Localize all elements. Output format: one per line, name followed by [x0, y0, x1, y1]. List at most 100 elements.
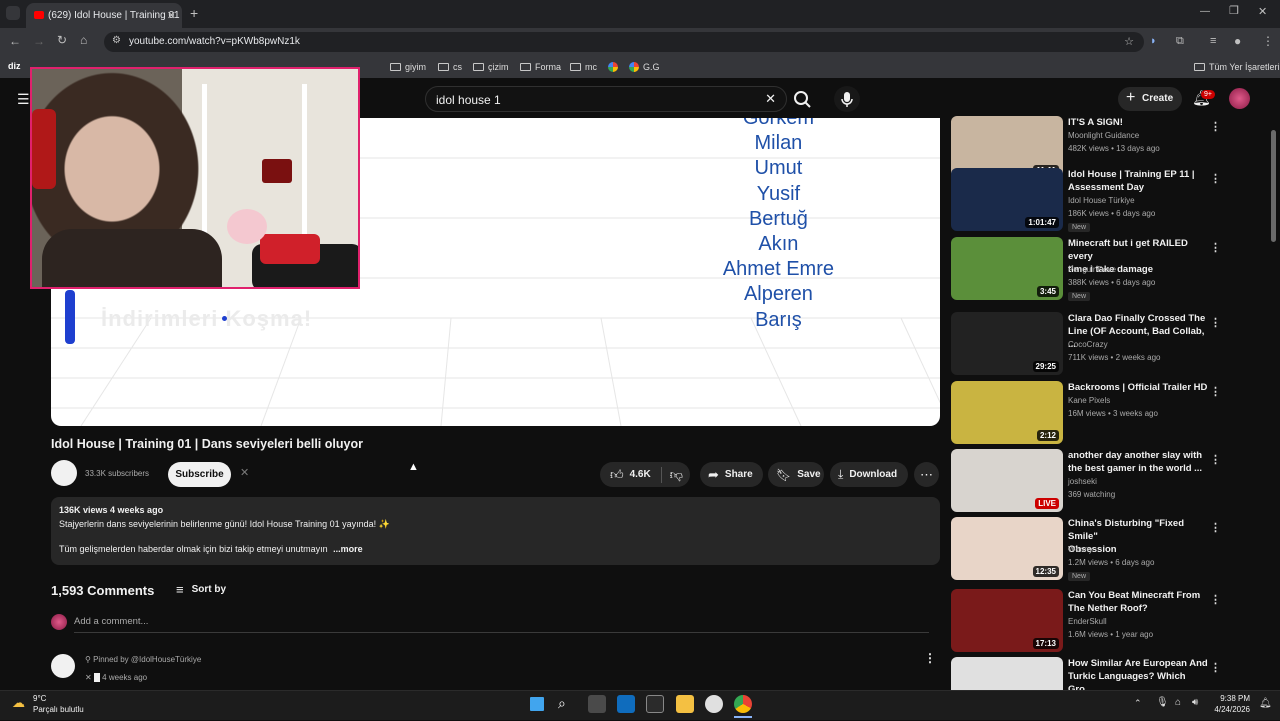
- recommendation-menu-icon[interactable]: ⋮: [1210, 241, 1221, 254]
- reading-list-icon[interactable]: ≡: [1210, 35, 1216, 47]
- channel-name[interactable]: Idol House Türkiye: [1068, 196, 1135, 205]
- recommendation-menu-icon[interactable]: ⋮: [1210, 385, 1221, 398]
- forward-icon[interactable]: →: [33, 34, 45, 48]
- name-item: Bertuğ: [748, 207, 808, 230]
- channel-name[interactable]: Wonny: [1068, 545, 1093, 554]
- tab-close-icon[interactable]: ✕: [167, 9, 176, 22]
- recommendation-menu-icon[interactable]: ⋮: [1210, 172, 1221, 185]
- recommendation-item[interactable]: LIVE another day another slay with the bes…: [951, 449, 1269, 513]
- app-icon[interactable]: [705, 695, 723, 713]
- bookmark-folder[interactable]: giyim: [390, 62, 426, 72]
- microphone-tray-icon[interactable]: 🎙︎: [1156, 697, 1169, 708]
- recommendation-item[interactable]: 29:25 Clara Dao Finally Crossed The Line (…: [951, 312, 1269, 376]
- recommendation-title[interactable]: Idol House | Training EP 11 | Assessment …: [1068, 168, 1208, 194]
- recommendation-menu-icon[interactable]: ⋮: [1210, 521, 1221, 534]
- recommendation-title[interactable]: Backrooms | Official Trailer HD: [1068, 381, 1208, 394]
- create-button[interactable]: + Create: [1118, 87, 1182, 111]
- browser-menu-icon[interactable]: ⋮: [1262, 34, 1274, 48]
- back-icon[interactable]: ←: [9, 34, 21, 48]
- taskbar-search-icon[interactable]: ⌕: [558, 695, 576, 713]
- window-close-button[interactable]: ✕: [1258, 5, 1267, 18]
- reload-icon[interactable]: ↻: [57, 33, 67, 47]
- hamburger-menu-icon[interactable]: ☰: [17, 91, 30, 108]
- like-count[interactable]: 4.6K: [630, 469, 651, 480]
- recommendation-item[interactable]: 2:12 Backrooms | Official Trailer HD Kane …: [951, 381, 1269, 445]
- site-info-icon[interactable]: ⚙: [112, 35, 121, 46]
- bookmark-folder[interactable]: Forma: [520, 62, 561, 72]
- show-more-link[interactable]: ...more: [333, 544, 363, 554]
- notification-center-icon[interactable]: 🔔︎: [1259, 698, 1272, 709]
- volume-icon[interactable]: 🔊︎: [1192, 697, 1198, 708]
- bookmark-link[interactable]: G.G: [629, 62, 660, 72]
- new-tab-button[interactable]: +: [190, 5, 198, 21]
- clear-search-icon[interactable]: ✕: [765, 91, 776, 107]
- recommendation-menu-icon[interactable]: ⋮: [1210, 593, 1221, 606]
- search-input[interactable]: idol house 1 ✕: [425, 86, 787, 112]
- recommendation-item[interactable]: 3:45 Minecraft but i get RAILED every time…: [951, 237, 1269, 301]
- recommendation-title[interactable]: another day another slay with the best ga…: [1068, 449, 1208, 475]
- thumbs-up-icon[interactable]: 👍︎: [610, 467, 624, 483]
- pinned-commenter-avatar[interactable]: [51, 654, 75, 678]
- channel-name[interactable]: Kane Pixels: [1068, 396, 1110, 405]
- bookmark-folder[interactable]: çizim: [473, 62, 509, 72]
- comment-menu-icon[interactable]: ⋮: [924, 651, 936, 665]
- file-explorer-icon[interactable]: [676, 695, 694, 713]
- description-box[interactable]: 136K views 4 weeks ago Stajyerlerin dans…: [51, 497, 940, 565]
- dismiss-icon[interactable]: ✕: [240, 466, 249, 479]
- all-bookmarks-folder[interactable]: Tüm Yer İşaretleri: [1194, 62, 1280, 72]
- recommendation-item[interactable]: 1:01:47 Idol House | Training EP 11 | Asse…: [951, 168, 1269, 232]
- weather-icon[interactable]: ☁: [12, 695, 25, 711]
- bookmark-folder[interactable]: mc: [570, 62, 597, 72]
- browser-tab[interactable]: (629) Idol House | Training 01 | ✕: [26, 3, 182, 28]
- outlook-icon[interactable]: [617, 695, 635, 713]
- bookmark-left-label[interactable]: diz: [8, 61, 21, 71]
- tray-chevron-icon[interactable]: ⌃: [1134, 698, 1142, 709]
- maximize-button[interactable]: ❐: [1229, 4, 1239, 17]
- chrome-icon[interactable]: [734, 695, 752, 713]
- search-button[interactable]: [789, 86, 819, 112]
- extensions-puzzle-icon[interactable]: ⧉: [1176, 35, 1184, 48]
- task-view-icon[interactable]: [588, 695, 606, 713]
- bookmark-folder[interactable]: cs: [438, 62, 462, 72]
- channel-name[interactable]: Moonlight Guidance: [1068, 131, 1139, 140]
- tab-search-button[interactable]: [6, 6, 20, 20]
- clock-time[interactable]: 9:38 PM: [1214, 694, 1250, 703]
- recommendation-item[interactable]: 12:35 China's Disturbing "Fixed Smile" Obs…: [951, 517, 1269, 581]
- channel-name[interactable]: CocoCrazy: [1068, 340, 1108, 349]
- address-bar[interactable]: ⚙ youtube.com/watch?v=pKWb8pwNz1k ☆: [104, 32, 1144, 52]
- thumbs-down-icon[interactable]: 👎︎: [670, 467, 683, 483]
- home-icon[interactable]: ⌂: [80, 33, 87, 47]
- save-button[interactable]: 🔖︎ Save: [768, 462, 824, 487]
- share-button[interactable]: ➦ Share: [700, 462, 763, 487]
- subscribe-button[interactable]: Subscribe: [168, 462, 231, 487]
- store-icon[interactable]: [646, 695, 664, 713]
- voice-search-button[interactable]: [834, 86, 860, 112]
- recommendation-menu-icon[interactable]: ⋮: [1210, 453, 1221, 466]
- account-avatar[interactable]: [1229, 88, 1250, 109]
- recommendation-title[interactable]: IT'S A SIGN!: [1068, 116, 1208, 129]
- channel-name[interactable]: PenguinDove: [1068, 265, 1116, 274]
- bookmark-star-icon[interactable]: ☆: [1124, 35, 1134, 48]
- weather-temp[interactable]: 9°C: [33, 694, 46, 703]
- sort-by-button[interactable]: ≡ Sort by: [176, 582, 226, 597]
- clock-date[interactable]: 4/24/2026: [1210, 705, 1250, 714]
- recommendation-menu-icon[interactable]: ⋮: [1210, 316, 1221, 329]
- channel-name[interactable]: joshseki: [1068, 477, 1097, 486]
- recommendation-title[interactable]: Can You Beat Minecraft From The Nether Ro…: [1068, 589, 1208, 615]
- recommendation-menu-icon[interactable]: ⋮: [1210, 120, 1221, 133]
- download-button[interactable]: ⤓ Download: [830, 462, 908, 487]
- extension-icon[interactable]: ◗: [1150, 35, 1157, 47]
- channel-name[interactable]: EnderSkull: [1068, 617, 1107, 626]
- minimize-button[interactable]: —: [1200, 6, 1210, 17]
- weather-description[interactable]: Parçalı bulutlu: [33, 705, 84, 714]
- scrollbar-thumb[interactable]: [1271, 130, 1276, 242]
- bookmark-link[interactable]: [608, 62, 618, 72]
- windows-start-icon[interactable]: [528, 695, 546, 713]
- channel-avatar[interactable]: [51, 460, 77, 486]
- recommendation-item[interactable]: 17:13 Can You Beat Minecraft From The Neth…: [951, 589, 1269, 653]
- more-actions-button[interactable]: ⋯: [914, 462, 939, 487]
- profile-icon[interactable]: ●: [1234, 34, 1241, 48]
- add-comment-input[interactable]: Add a comment...: [74, 616, 929, 633]
- network-icon[interactable]: ⌂: [1175, 697, 1181, 708]
- recommendation-menu-icon[interactable]: ⋮: [1210, 661, 1221, 674]
